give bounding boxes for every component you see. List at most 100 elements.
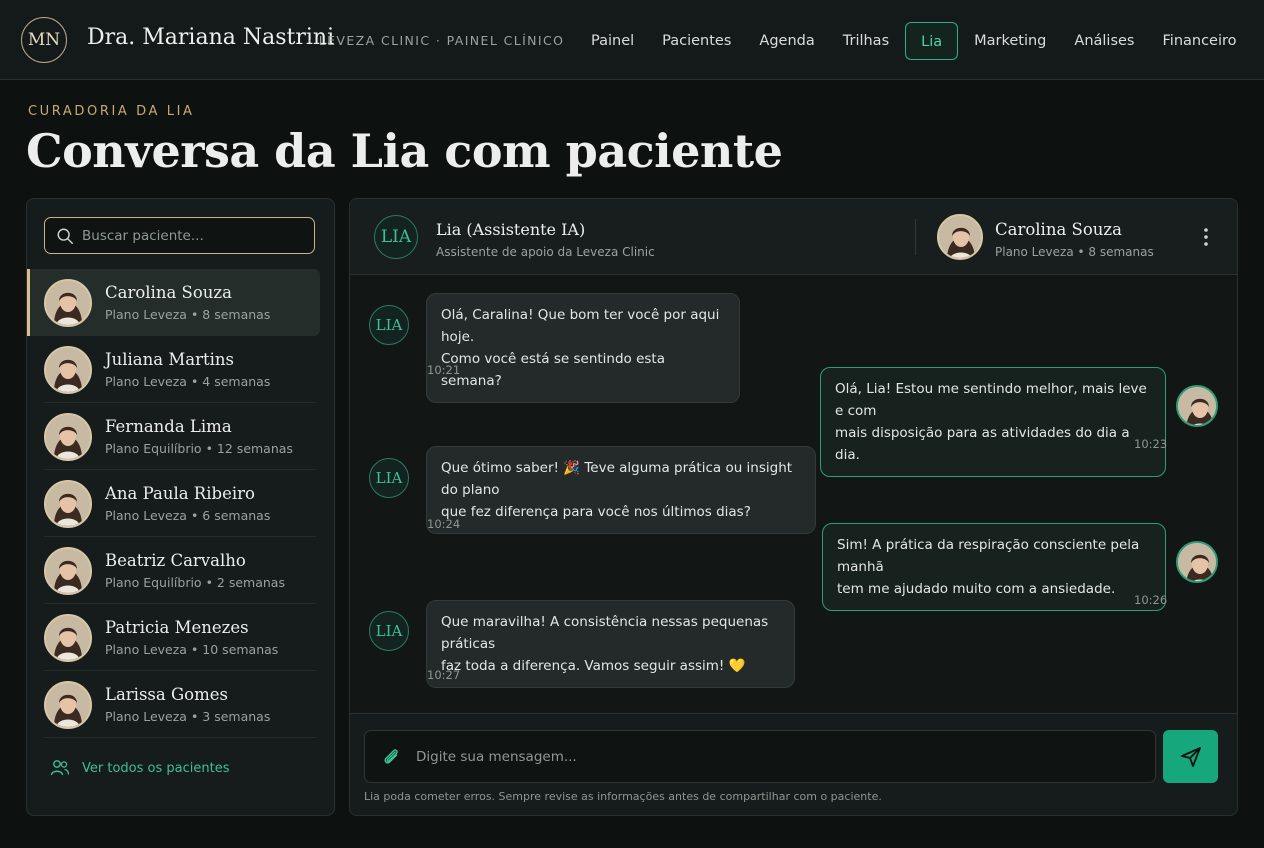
patient-list-item[interactable]: Beatriz Carvalho Plano Equilíbrio • 2 sem… [27,537,334,604]
see-all-label: Ver todos os pacientes [82,760,230,776]
message-line: Sim! A prática da respiração consciente … [837,537,1140,575]
separator-dot: • [186,374,203,389]
chat-panel: LIA Lia (Assistente IA) Assistente de ap… [349,198,1238,816]
chat-header: LIA Lia (Assistente IA) Assistente de ap… [350,199,1237,275]
patient-plan-name: Plano Leveza [105,508,187,523]
assistant-subtitle: Assistente de apoio da Leveza Clinic [436,245,655,259]
patient-plan-duration: 8 semanas [202,307,271,322]
separator-dot: • [201,575,217,590]
patient-avatar [44,546,92,595]
patient-list: Carolina Souza Plano Leveza • 8 semanas J… [27,269,334,738]
patient-plan-duration: 6 semanas [202,508,271,523]
message-line: Como você está se sentindo esta semana? [441,351,666,389]
clinic-subtitle: · LEVEZA CLINIC · PAINEL CLÍNICO [308,33,565,48]
patient-info: Beatriz Carvalho Plano Equilíbrio • 2 sem… [105,551,285,590]
patient-plan: Plano Leveza • 8 semanas [105,307,270,322]
message-input[interactable] [416,748,1116,765]
patient-info: Patricia Menezes Plano Leveza • 10 semana… [105,618,278,657]
chat-patient-plan: Plano Leveza • 8 semanas [995,245,1154,259]
patient-plan-duration: 10 semanas [202,642,279,657]
patient-search[interactable] [44,217,315,254]
message-time: 10:21 [427,363,461,377]
patient-list-item[interactable]: Larissa Gomes Plano Leveza • 3 semanas [27,671,334,738]
patient-list-item[interactable]: Ana Paula Ribeiro Plano Leveza • 6 semana… [27,470,334,537]
top-bar: MN Dra. Mariana Nastrini · LEVEZA CLINIC… [0,0,1264,80]
doctor-name: Dra. Mariana Nastrini [87,25,335,50]
patient-plan-name: Plano Leveza [105,642,187,657]
patient-info: Carolina Souza Plano Leveza • 8 semanas [105,283,270,322]
header-divider [915,219,916,255]
patient-name: Larissa Gomes [105,685,228,704]
send-button[interactable] [1163,730,1218,783]
patient-list-item[interactable]: Juliana Martins Plano Leveza • 4 semanas [27,336,334,403]
message-line: Que maravilha! A consistência nessas peq… [441,614,769,652]
nav-item-agenda[interactable]: Agenda [747,22,826,60]
patient-plan: Plano Leveza • 3 semanas [105,709,270,724]
patient-name: Ana Paula Ribeiro [105,484,255,503]
lia-avatar: LIA [369,611,409,651]
nav-item-marketing[interactable]: Marketing [962,22,1058,60]
patient-plan: Plano Leveza • 6 semanas [105,508,270,523]
nav-item-financeiro[interactable]: Financeiro [1151,22,1249,60]
patient-plan-name: Plano Leveza [105,307,187,322]
paperclip-icon[interactable] [380,746,402,768]
patient-avatar [44,479,92,528]
patient-plan-duration: 3 semanas [202,709,271,724]
nav-item-lia[interactable]: Lia [905,22,959,60]
message-line: tem me ajudado muito com a ansiedade. [837,581,1116,597]
message-bubble: Olá, Caralina! Que bom ter você por aqui… [426,293,740,403]
patient-list-item[interactable]: Patricia Menezes Plano Leveza • 10 semana… [27,604,334,671]
message-bubble: Sim! A prática da respiração consciente … [822,523,1166,611]
patient-avatar [44,680,92,729]
nav-item-sair[interactable]: Sair [1253,22,1264,60]
message-time: 10:24 [427,517,461,531]
message-time: 10:27 [427,668,461,682]
separator-dot: • [186,508,203,523]
message-line: faz toda a diferença. Vamos seguir assim… [441,658,746,674]
message-time: 10:23 [1134,437,1168,451]
patient-name: Patricia Menezes [105,618,249,637]
separator-dot: • [186,642,203,657]
patient-info: Larissa Gomes Plano Leveza • 3 semanas [105,685,270,724]
patient-plan-duration: 4 semanas [202,374,271,389]
patient-avatar [1176,385,1218,427]
nav-item-trilhas[interactable]: Trilhas [831,22,901,60]
patient-search-input[interactable] [82,227,302,244]
lia-avatar: LIA [369,458,409,498]
main-nav: Painel Pacientes Agenda Trilhas Lia Marketing… [579,22,1264,60]
message-line: Olá, Caralina! Que bom ter você por aqui… [441,307,720,345]
patient-avatar [44,613,92,662]
patient-plan-name: Plano Leveza [105,374,187,389]
page-eyebrow: CURADORIA DA LIA [28,104,195,119]
message-composer[interactable] [364,730,1156,783]
lia-avatar: LIA [369,305,409,345]
patient-info: Fernanda Lima Plano Equilíbrio • 12 seman… [105,417,293,456]
patient-avatar [44,278,92,327]
patient-info: Ana Paula Ribeiro Plano Leveza • 6 semana… [105,484,270,523]
lia-avatar: LIA [374,215,418,259]
patient-plan: Plano Equilíbrio • 12 semanas [105,441,293,456]
search-icon [57,228,73,244]
message-bubble: Que ótimo saber! 🎉 Teve alguma prática o… [426,446,816,534]
patient-plan-name: Plano Equilíbrio [105,441,202,456]
more-options-icon[interactable] [1196,225,1216,249]
patient-avatar [937,214,983,260]
see-all-patients-link[interactable]: Ver todos os pacientes [50,759,229,777]
patient-plan-name: Plano Equilíbrio [105,575,202,590]
message-line: Olá, Lia! Estou me sentindo melhor, mais… [835,381,1147,419]
nav-item-analises[interactable]: Análises [1062,22,1146,60]
patient-name: Juliana Martins [105,350,234,369]
ai-disclaimer: Lia poda cometer erros. Sempre revise as… [364,790,882,803]
message-time: 10:26 [1134,593,1168,607]
patient-name: Carolina Souza [105,283,232,302]
patient-list-item[interactable]: Fernanda Lima Plano Equilíbrio • 12 seman… [27,403,334,470]
assistant-name: Lia (Assistente IA) [436,220,586,239]
patient-avatar [1176,541,1218,583]
patient-list-item[interactable]: Carolina Souza Plano Leveza • 8 semanas [27,269,320,336]
patient-sidebar: Carolina Souza Plano Leveza • 8 semanas J… [26,198,335,816]
patient-name: Fernanda Lima [105,417,232,436]
nav-item-pacientes[interactable]: Pacientes [650,22,743,60]
message-bubble: Olá, Lia! Estou me sentindo melhor, mais… [820,367,1166,477]
patient-plan-duration: 2 semanas [216,575,285,590]
nav-item-painel[interactable]: Painel [579,22,646,60]
